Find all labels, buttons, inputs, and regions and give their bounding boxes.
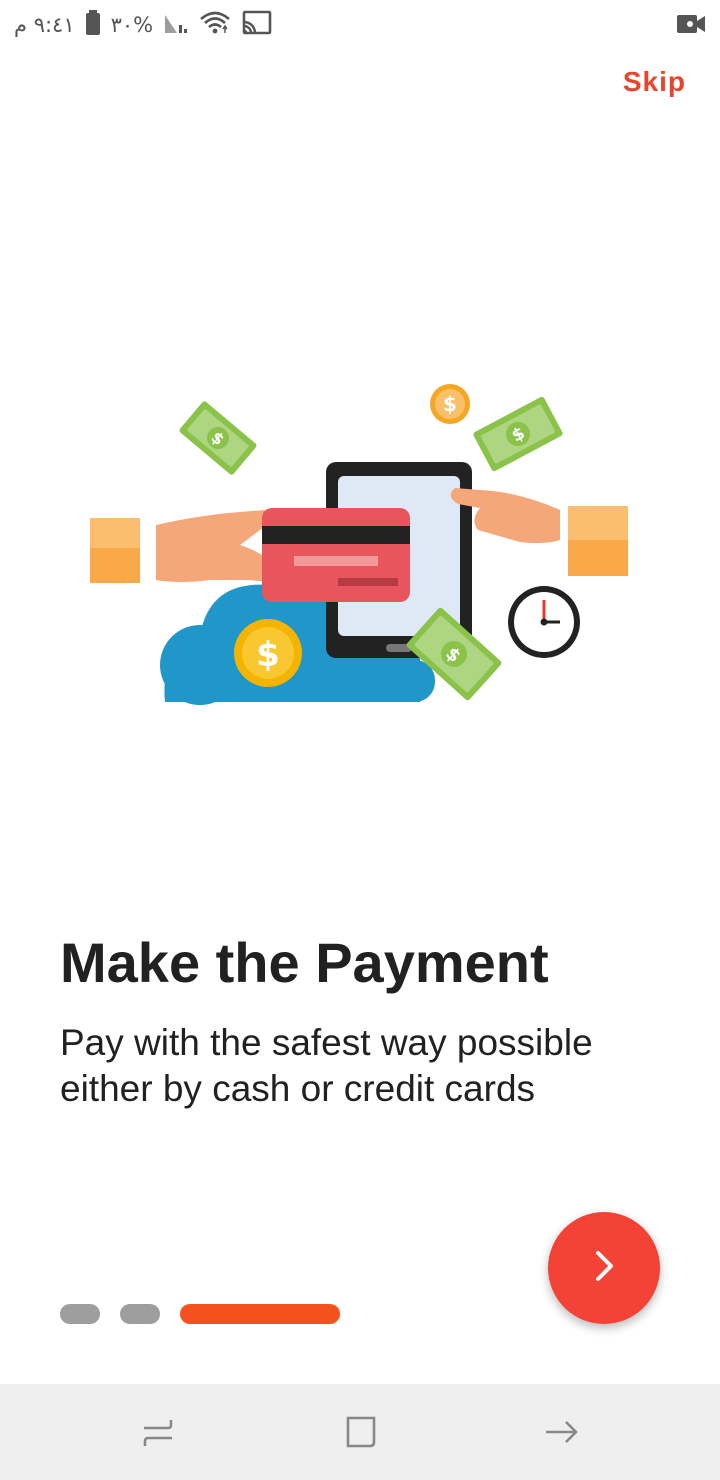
signal-icon bbox=[163, 11, 189, 40]
system-nav-bar bbox=[0, 1384, 720, 1480]
status-time: ٩:٤١ م bbox=[14, 13, 75, 37]
page-indicator-dot-1 bbox=[60, 1304, 100, 1324]
chevron-right-icon bbox=[584, 1246, 624, 1291]
video-camera-icon bbox=[676, 12, 706, 41]
battery-icon bbox=[85, 9, 101, 41]
home-icon[interactable] bbox=[340, 1412, 380, 1452]
payment-illustration: $ $ $ $ $ bbox=[90, 380, 630, 720]
page-indicator-dot-3-active bbox=[180, 1304, 340, 1324]
back-icon[interactable] bbox=[542, 1412, 582, 1452]
status-left: ٩:٤١ م %٣٠ bbox=[14, 8, 273, 42]
skip-button[interactable]: Skip bbox=[623, 66, 686, 98]
page-indicator bbox=[60, 1304, 340, 1324]
svg-text:$: $ bbox=[443, 392, 457, 416]
next-button[interactable] bbox=[548, 1212, 660, 1324]
svg-text:$: $ bbox=[256, 635, 280, 675]
recent-apps-icon[interactable] bbox=[138, 1412, 178, 1452]
wifi-icon bbox=[199, 10, 231, 41]
page-subtitle: Pay with the safest way possible either … bbox=[60, 1022, 593, 1109]
page-title: Make the Payment bbox=[60, 931, 549, 994]
status-bar: ٩:٤١ م %٣٠ bbox=[0, 0, 720, 50]
cast-icon bbox=[241, 10, 273, 41]
page-indicator-dot-2 bbox=[120, 1304, 160, 1324]
battery-percent: %٣٠ bbox=[110, 13, 154, 37]
